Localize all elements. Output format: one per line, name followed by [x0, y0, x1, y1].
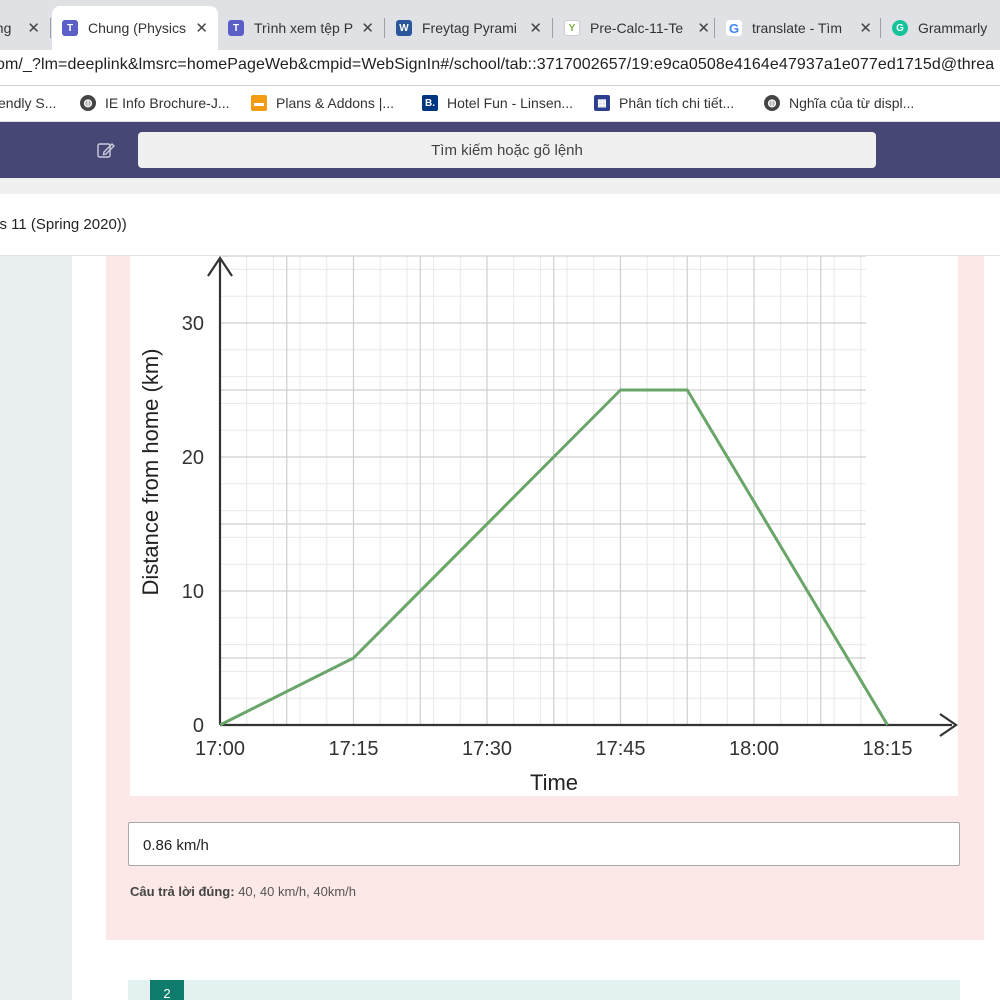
bookmark-item[interactable]: ◍ IE Info Brochure-J...	[80, 95, 230, 111]
globe-icon: ◍	[80, 95, 96, 111]
x-tick-label: 18:00	[729, 738, 779, 760]
x-tick-label: 17:00	[195, 738, 245, 760]
bookmark-label: Plans & Addons |...	[276, 95, 395, 111]
url-text[interactable]: om/_?lm=deeplink&lmsrc=homePageWeb&cmpid…	[0, 56, 994, 74]
bookmark-item[interactable]: ◍ Nghĩa của từ displ...	[764, 95, 914, 111]
bookmark-item[interactable]: B. Hotel Fun - Linsen...	[422, 95, 573, 111]
bookmark-item[interactable]: endly S...	[0, 95, 56, 111]
search-input[interactable]: Tìm kiếm hoặc gõ lệnh	[138, 132, 876, 168]
bookmark-label: Nghĩa của từ displ...	[789, 95, 915, 111]
word-icon: W	[396, 20, 412, 36]
browser-tab-5[interactable]: G translate - Tìm ✕	[716, 8, 882, 48]
grid-icon: ▦	[594, 95, 610, 111]
search-placeholder: Tìm kiếm hoặc gõ lệnh	[431, 141, 583, 159]
google-icon: G	[726, 20, 742, 36]
teams-header: Tìm kiếm hoặc gõ lệnh	[0, 122, 1000, 178]
y-tick-label: 10	[182, 581, 204, 603]
y-axis-label: Distance from home (km)	[138, 349, 163, 596]
x-axis-label: Time	[530, 770, 578, 795]
browser-tab-6[interactable]: G Grammarly	[882, 8, 1000, 48]
correct-answer-values: 40, 40 km/h, 40km/h	[238, 884, 356, 899]
next-question-card	[128, 980, 960, 1000]
address-bar[interactable]: om/_?lm=deeplink&lmsrc=homePageWeb&cmpid…	[0, 50, 1000, 86]
x-tick-label: 17:15	[328, 738, 378, 760]
tab-title: translate - Tìm	[752, 20, 842, 36]
tab-title: Chung (Physics	[88, 20, 187, 36]
question-number-badge: 2	[150, 980, 184, 1000]
answer-input[interactable]: 0.86 km/h	[128, 822, 960, 866]
browser-tab-4[interactable]: Y Pre-Calc-11-Te ✕	[554, 8, 720, 48]
close-icon[interactable]: ✕	[859, 19, 872, 37]
tab-title: ong	[0, 20, 12, 36]
close-icon[interactable]: ✕	[361, 19, 374, 37]
tab-title: Freytag Pyrami	[422, 20, 517, 36]
browser-tab-strip: ong ✕ T Chung (Physics ✕ T Trình xem tệp…	[0, 0, 1000, 56]
booking-icon: B.	[422, 95, 438, 111]
browser-tab-2[interactable]: T Trình xem tệp P ✕	[218, 8, 384, 48]
teams-icon: T	[62, 20, 78, 36]
bookmark-label: IE Info Brochure-J...	[105, 95, 230, 111]
tree-icon: Y	[564, 20, 580, 36]
bookmarks-bar: endly S... ◍ IE Info Brochure-J... ▬ Pla…	[0, 86, 1000, 122]
y-tick-label: 0	[193, 715, 204, 737]
bookmark-item[interactable]: ▦ Phân tích chi tiết...	[594, 95, 734, 111]
bookmark-item[interactable]: ▬ Plans & Addons |...	[251, 95, 394, 111]
close-icon[interactable]: ✕	[195, 19, 208, 37]
x-tick-label: 18:15	[862, 738, 912, 760]
divider-strip	[0, 178, 1000, 194]
correct-answer-label: Câu trả lời đúng:	[130, 884, 235, 899]
channel-title: cs 11 (Spring 2020))	[0, 216, 127, 233]
y-tick-label: 20	[182, 447, 204, 469]
x-tick-label: 17:45	[595, 738, 645, 760]
x-tick-label: 17:30	[462, 738, 512, 760]
channel-title-bar: cs 11 (Spring 2020))	[0, 194, 1000, 256]
close-icon[interactable]: ✕	[697, 19, 710, 37]
answer-value: 0.86 km/h	[143, 837, 209, 854]
tab-title: Grammarly	[918, 20, 988, 36]
y-tick-label: 30	[182, 313, 204, 335]
compose-icon[interactable]	[96, 140, 116, 160]
tab-title: Pre-Calc-11-Te	[590, 20, 684, 36]
addons-icon: ▬	[251, 95, 267, 111]
grammarly-icon: G	[892, 20, 908, 36]
bookmark-label: endly S...	[0, 95, 57, 111]
browser-tab-3[interactable]: W Freytag Pyrami ✕	[386, 8, 552, 48]
chart-image: 17:00 17:15 17:30 17:45 18:00 18:15 0 10 20 30 Tim…	[130, 256, 958, 796]
teams-icon: T	[228, 20, 244, 36]
bookmark-label: Hotel Fun - Linsen...	[447, 95, 574, 111]
close-icon[interactable]: ✕	[27, 19, 40, 37]
correct-answer: Câu trả lời đúng: 40, 40 km/h, 40km/h	[130, 884, 356, 899]
globe-icon: ◍	[764, 95, 780, 111]
bookmark-label: Phân tích chi tiết...	[619, 95, 735, 111]
browser-tab-1-active[interactable]: T Chung (Physics ✕	[52, 6, 218, 50]
browser-tab-0[interactable]: ong ✕	[0, 8, 50, 48]
distance-time-chart: 17:00 17:15 17:30 17:45 18:00 18:15 0 10 20 30 Tim…	[138, 256, 958, 795]
close-icon[interactable]: ✕	[529, 19, 542, 37]
left-pane	[0, 256, 72, 1000]
tab-title: Trình xem tệp P	[254, 20, 354, 36]
